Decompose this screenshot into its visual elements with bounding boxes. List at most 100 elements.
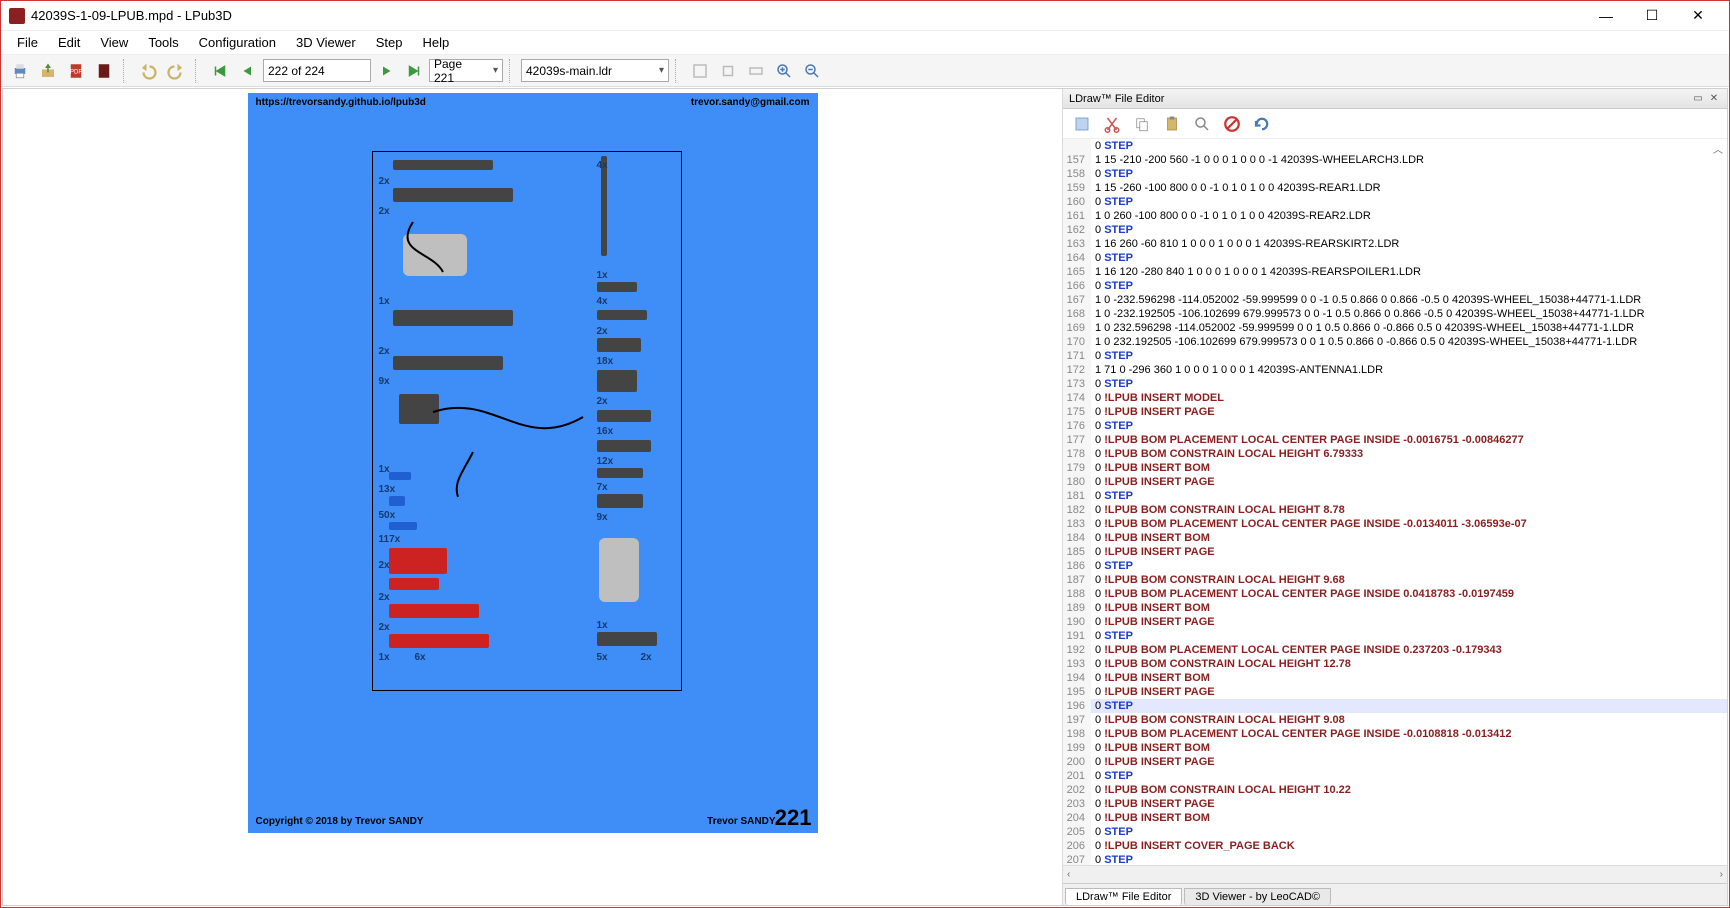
maximize-button[interactable]: ☐ [1629, 1, 1675, 31]
code-line[interactable]: 1701 0 232.192505 -106.102699 679.999573… [1063, 335, 1727, 349]
code-line[interactable]: 1920 !LPUB BOM PLACEMENT LOCAL CENTER PA… [1063, 643, 1727, 657]
code-line[interactable]: 2070 STEP [1063, 853, 1727, 865]
code-line[interactable]: 1631 16 260 -60 810 1 0 0 0 1 0 0 0 1 42… [1063, 237, 1727, 251]
svg-text:PDF: PDF [70, 69, 82, 75]
code-line[interactable]: 1580 STEP [1063, 167, 1727, 181]
code-line[interactable]: 1681 0 -232.192505 -106.102699 679.99957… [1063, 307, 1727, 321]
page-preview[interactable]: https://trevorsandy.github.io/lpub3d tre… [248, 93, 818, 833]
code-line[interactable]: 1691 0 232.596298 -114.052002 -59.999599… [1063, 321, 1727, 335]
code-line[interactable]: 1830 !LPUB BOM PLACEMENT LOCAL CENTER PA… [1063, 517, 1727, 531]
file-select[interactable]: 42039s-main.ldr [521, 59, 669, 82]
h-scrollbar[interactable]: ‹› [1063, 865, 1727, 883]
code-line[interactable]: 1611 0 260 -100 800 0 0 -1 0 1 0 1 0 0 4… [1063, 209, 1727, 223]
code-line[interactable]: 1910 STEP [1063, 629, 1727, 643]
code-line[interactable]: 2050 STEP [1063, 825, 1727, 839]
code-editor[interactable]: ︿ 0 STEP1571 15 -210 -200 560 -1 0 0 0 1… [1063, 139, 1727, 865]
code-line[interactable]: 1950 !LPUB INSERT PAGE [1063, 685, 1727, 699]
print-icon[interactable] [7, 58, 33, 84]
code-line[interactable]: 1660 STEP [1063, 279, 1727, 293]
cut-icon[interactable] [1099, 111, 1125, 137]
dock-float-icon[interactable]: ▭ [1691, 92, 1705, 106]
code-line[interactable]: 1870 !LPUB BOM CONSTRAIN LOCAL HEIGHT 9.… [1063, 573, 1727, 587]
zoom-width-icon[interactable] [743, 58, 769, 84]
code-line[interactable]: 2000 !LPUB INSERT PAGE [1063, 755, 1727, 769]
delete-icon[interactable] [1219, 111, 1245, 137]
undo-icon[interactable] [135, 58, 161, 84]
menu-view[interactable]: View [90, 32, 138, 53]
code-line[interactable]: 1750 !LPUB INSERT PAGE [1063, 405, 1727, 419]
zoom-out-icon[interactable] [799, 58, 825, 84]
titlebar: 42039S-1-09-LPUB.mpd - LPub3D — ☐ ✕ [1, 1, 1729, 31]
export-icon[interactable] [35, 58, 61, 84]
minimize-button[interactable]: — [1583, 1, 1629, 31]
close-button[interactable]: ✕ [1675, 1, 1721, 31]
code-line[interactable]: 1770 !LPUB BOM PLACEMENT LOCAL CENTER PA… [1063, 433, 1727, 447]
code-line[interactable]: 1850 !LPUB INSERT PAGE [1063, 545, 1727, 559]
zoom-in-icon[interactable] [771, 58, 797, 84]
code-line[interactable]: 2020 !LPUB BOM CONSTRAIN LOCAL HEIGHT 10… [1063, 783, 1727, 797]
code-line[interactable]: 1930 !LPUB BOM CONSTRAIN LOCAL HEIGHT 12… [1063, 657, 1727, 671]
code-line[interactable]: 2060 !LPUB INSERT COVER_PAGE BACK [1063, 839, 1727, 853]
select-all-icon[interactable] [1069, 111, 1095, 137]
pdf-dark-icon[interactable] [91, 58, 117, 84]
code-line[interactable]: 1571 15 -210 -200 560 -1 0 0 0 1 0 0 0 -… [1063, 153, 1727, 167]
scroll-up-icon[interactable]: ︿ [1713, 141, 1723, 156]
code-line[interactable]: 1651 16 120 -280 840 1 0 0 0 1 0 0 0 1 4… [1063, 265, 1727, 279]
page-counter-input[interactable] [263, 59, 371, 82]
last-page-icon[interactable] [401, 58, 427, 84]
menu-configuration[interactable]: Configuration [189, 32, 286, 53]
code-line[interactable]: 1790 !LPUB INSERT BOM [1063, 461, 1727, 475]
code-line[interactable]: 2030 !LPUB INSERT PAGE [1063, 797, 1727, 811]
code-line[interactable]: 2040 !LPUB INSERT BOM [1063, 811, 1727, 825]
code-line[interactable]: 0 STEP [1063, 139, 1727, 153]
code-line[interactable]: 1840 !LPUB INSERT BOM [1063, 531, 1727, 545]
code-line[interactable]: 1990 !LPUB INSERT BOM [1063, 741, 1727, 755]
code-line[interactable]: 1860 STEP [1063, 559, 1727, 573]
paste-icon[interactable] [1159, 111, 1185, 137]
code-line[interactable]: 1890 !LPUB INSERT BOM [1063, 601, 1727, 615]
code-line[interactable]: 1730 STEP [1063, 377, 1727, 391]
zoom-actual-icon[interactable] [715, 58, 741, 84]
code-line[interactable]: 1970 !LPUB BOM CONSTRAIN LOCAL HEIGHT 9.… [1063, 713, 1727, 727]
prev-page-icon[interactable] [235, 58, 261, 84]
code-line[interactable]: 1960 STEP [1063, 699, 1727, 713]
menu-file[interactable]: File [7, 32, 48, 53]
copy-icon[interactable] [1129, 111, 1155, 137]
tab-ldraw-editor[interactable]: LDraw™ File Editor [1065, 888, 1182, 905]
code-line[interactable]: 1810 STEP [1063, 489, 1727, 503]
code-line[interactable]: 1710 STEP [1063, 349, 1727, 363]
menu-tools[interactable]: Tools [138, 32, 188, 53]
first-page-icon[interactable] [207, 58, 233, 84]
code-line[interactable]: 1980 !LPUB BOM PLACEMENT LOCAL CENTER PA… [1063, 727, 1727, 741]
next-page-icon[interactable] [373, 58, 399, 84]
code-line[interactable]: 1620 STEP [1063, 223, 1727, 237]
refresh-icon[interactable] [1249, 111, 1275, 137]
code-line[interactable]: 1940 !LPUB INSERT BOM [1063, 671, 1727, 685]
code-line[interactable]: 1671 0 -232.596298 -114.052002 -59.99959… [1063, 293, 1727, 307]
code-line[interactable]: 1820 !LPUB BOM CONSTRAIN LOCAL HEIGHT 8.… [1063, 503, 1727, 517]
code-line[interactable]: 1740 !LPUB INSERT MODEL [1063, 391, 1727, 405]
pdf-red-icon[interactable]: PDF [63, 58, 89, 84]
code-line[interactable]: 1800 !LPUB INSERT PAGE [1063, 475, 1727, 489]
window-title: 42039S-1-09-LPUB.mpd - LPub3D [31, 8, 1583, 23]
find-icon[interactable] [1189, 111, 1215, 137]
code-line[interactable]: 1600 STEP [1063, 195, 1727, 209]
code-line[interactable]: 1591 15 -260 -100 800 0 0 -1 0 1 0 1 0 0… [1063, 181, 1727, 195]
menu-3d-viewer[interactable]: 3D Viewer [286, 32, 366, 53]
menu-edit[interactable]: Edit [48, 32, 90, 53]
code-line[interactable]: 1721 71 0 -296 360 1 0 0 0 1 0 0 0 1 420… [1063, 363, 1727, 377]
code-line[interactable]: 1900 !LPUB INSERT PAGE [1063, 615, 1727, 629]
code-line[interactable]: 1780 !LPUB BOM CONSTRAIN LOCAL HEIGHT 6.… [1063, 447, 1727, 461]
dock-close-icon[interactable]: ✕ [1707, 92, 1721, 106]
page-preview-pane[interactable]: https://trevorsandy.github.io/lpub3d tre… [3, 89, 1062, 905]
menu-step[interactable]: Step [366, 32, 413, 53]
code-line[interactable]: 2010 STEP [1063, 769, 1727, 783]
code-line[interactable]: 1640 STEP [1063, 251, 1727, 265]
menu-help[interactable]: Help [412, 32, 459, 53]
code-line[interactable]: 1880 !LPUB BOM PLACEMENT LOCAL CENTER PA… [1063, 587, 1727, 601]
redo-icon[interactable] [163, 58, 189, 84]
code-line[interactable]: 1760 STEP [1063, 419, 1727, 433]
zoom-fit-icon[interactable] [687, 58, 713, 84]
page-select[interactable]: Page 221 [429, 59, 503, 82]
tab-3d-viewer[interactable]: 3D Viewer - by LeoCAD© [1184, 888, 1331, 905]
